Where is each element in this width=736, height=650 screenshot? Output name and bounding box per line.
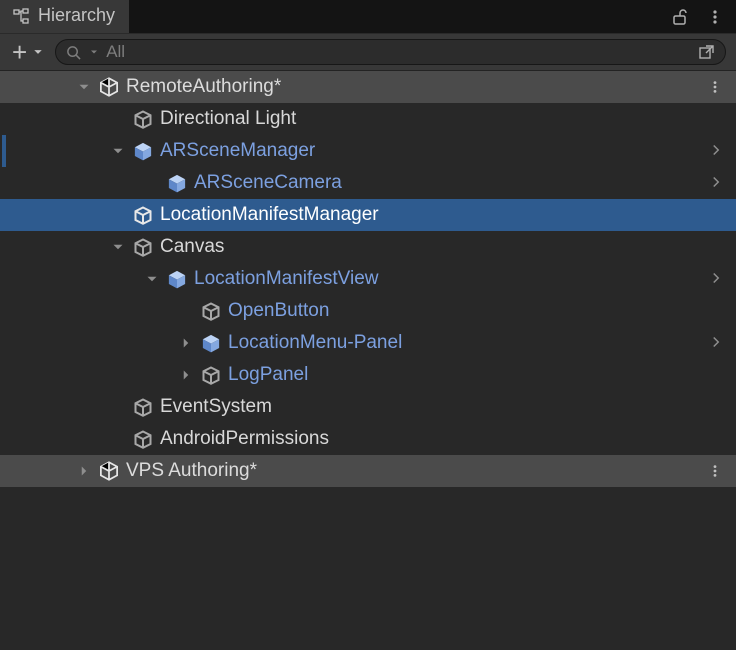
lock-icon[interactable]: [670, 8, 688, 26]
create-button[interactable]: +: [12, 39, 43, 65]
panel-menu-icon[interactable]: [706, 8, 724, 26]
item-label: OpenButton: [228, 300, 329, 322]
hierarchy-item[interactable]: EventSystem: [0, 391, 736, 423]
panel-tabbar: Hierarchy: [0, 0, 736, 33]
scene-name: RemoteAuthoring*: [126, 76, 281, 98]
hierarchy-tree[interactable]: RemoteAuthoring* Directional Light: [0, 71, 736, 487]
item-label: LogPanel: [228, 364, 308, 386]
unity-scene-icon: [98, 76, 120, 98]
tabbar-spacer: [129, 0, 736, 33]
scene-menu-icon[interactable]: [706, 464, 724, 478]
scene-header[interactable]: VPS Authoring*: [0, 455, 736, 487]
hierarchy-item-selected[interactable]: LocationManifestManager: [0, 199, 736, 231]
gameobject-icon: [200, 300, 222, 322]
prefab-icon: [200, 332, 222, 354]
foldout-icon[interactable]: [110, 239, 126, 255]
plus-icon: +: [12, 39, 27, 65]
item-label: LocationMenu-Panel: [228, 332, 402, 354]
item-label: Directional Light: [160, 108, 296, 130]
foldout-icon[interactable]: [110, 143, 126, 159]
foldout-icon[interactable]: [76, 463, 92, 479]
dropdown-caret-icon: [33, 47, 43, 57]
prefab-icon: [132, 140, 154, 162]
foldout-icon[interactable]: [178, 367, 194, 383]
gameobject-icon: [200, 364, 222, 386]
gameobject-icon: [132, 428, 154, 450]
hierarchy-item[interactable]: LocationManifestView: [0, 263, 736, 295]
hierarchy-item[interactable]: ARSceneManager: [0, 135, 736, 167]
item-label: ARSceneCamera: [194, 172, 342, 194]
prefab-overrides-icon[interactable]: [710, 176, 724, 190]
scene-menu-icon[interactable]: [706, 80, 724, 94]
item-label: ARSceneManager: [160, 140, 315, 162]
scene-header[interactable]: RemoteAuthoring*: [0, 71, 736, 103]
unity-scene-icon: [98, 460, 120, 482]
search-icon: [66, 44, 82, 60]
foldout-icon[interactable]: [144, 271, 160, 287]
scene-name: VPS Authoring*: [126, 460, 257, 482]
item-label: LocationManifestView: [194, 268, 378, 290]
gameobject-icon: [132, 396, 154, 418]
hierarchy-item[interactable]: LogPanel: [0, 359, 736, 391]
item-label: Canvas: [160, 236, 224, 258]
hierarchy-item[interactable]: OpenButton: [0, 295, 736, 327]
item-label: LocationManifestManager: [160, 204, 379, 226]
prefab-icon: [166, 172, 188, 194]
prefab-overrides-icon[interactable]: [710, 336, 724, 350]
hierarchy-item[interactable]: LocationMenu-Panel: [0, 327, 736, 359]
hierarchy-item[interactable]: AndroidPermissions: [0, 423, 736, 455]
hierarchy-tab[interactable]: Hierarchy: [0, 0, 129, 33]
foldout-icon[interactable]: [76, 79, 92, 95]
gameobject-icon: [132, 108, 154, 130]
search-field[interactable]: [55, 39, 726, 65]
prefab-overrides-icon[interactable]: [710, 144, 724, 158]
hierarchy-item[interactable]: Canvas: [0, 231, 736, 263]
item-label: AndroidPermissions: [160, 428, 329, 450]
hierarchy-item[interactable]: ARSceneCamera: [0, 167, 736, 199]
gameobject-icon: [132, 204, 154, 226]
gameobject-icon: [132, 236, 154, 258]
prefab-icon: [166, 268, 188, 290]
search-mode-caret-icon[interactable]: [90, 48, 98, 56]
prefab-overrides-icon[interactable]: [710, 272, 724, 286]
hierarchy-toolbar: +: [0, 33, 736, 71]
hierarchy-icon: [12, 7, 30, 25]
search-popout-icon[interactable]: [693, 42, 719, 62]
search-input[interactable]: [106, 42, 685, 62]
item-label: EventSystem: [160, 396, 272, 418]
hierarchy-tab-label: Hierarchy: [38, 5, 115, 26]
foldout-icon[interactable]: [178, 335, 194, 351]
hierarchy-item[interactable]: Directional Light: [0, 103, 736, 135]
